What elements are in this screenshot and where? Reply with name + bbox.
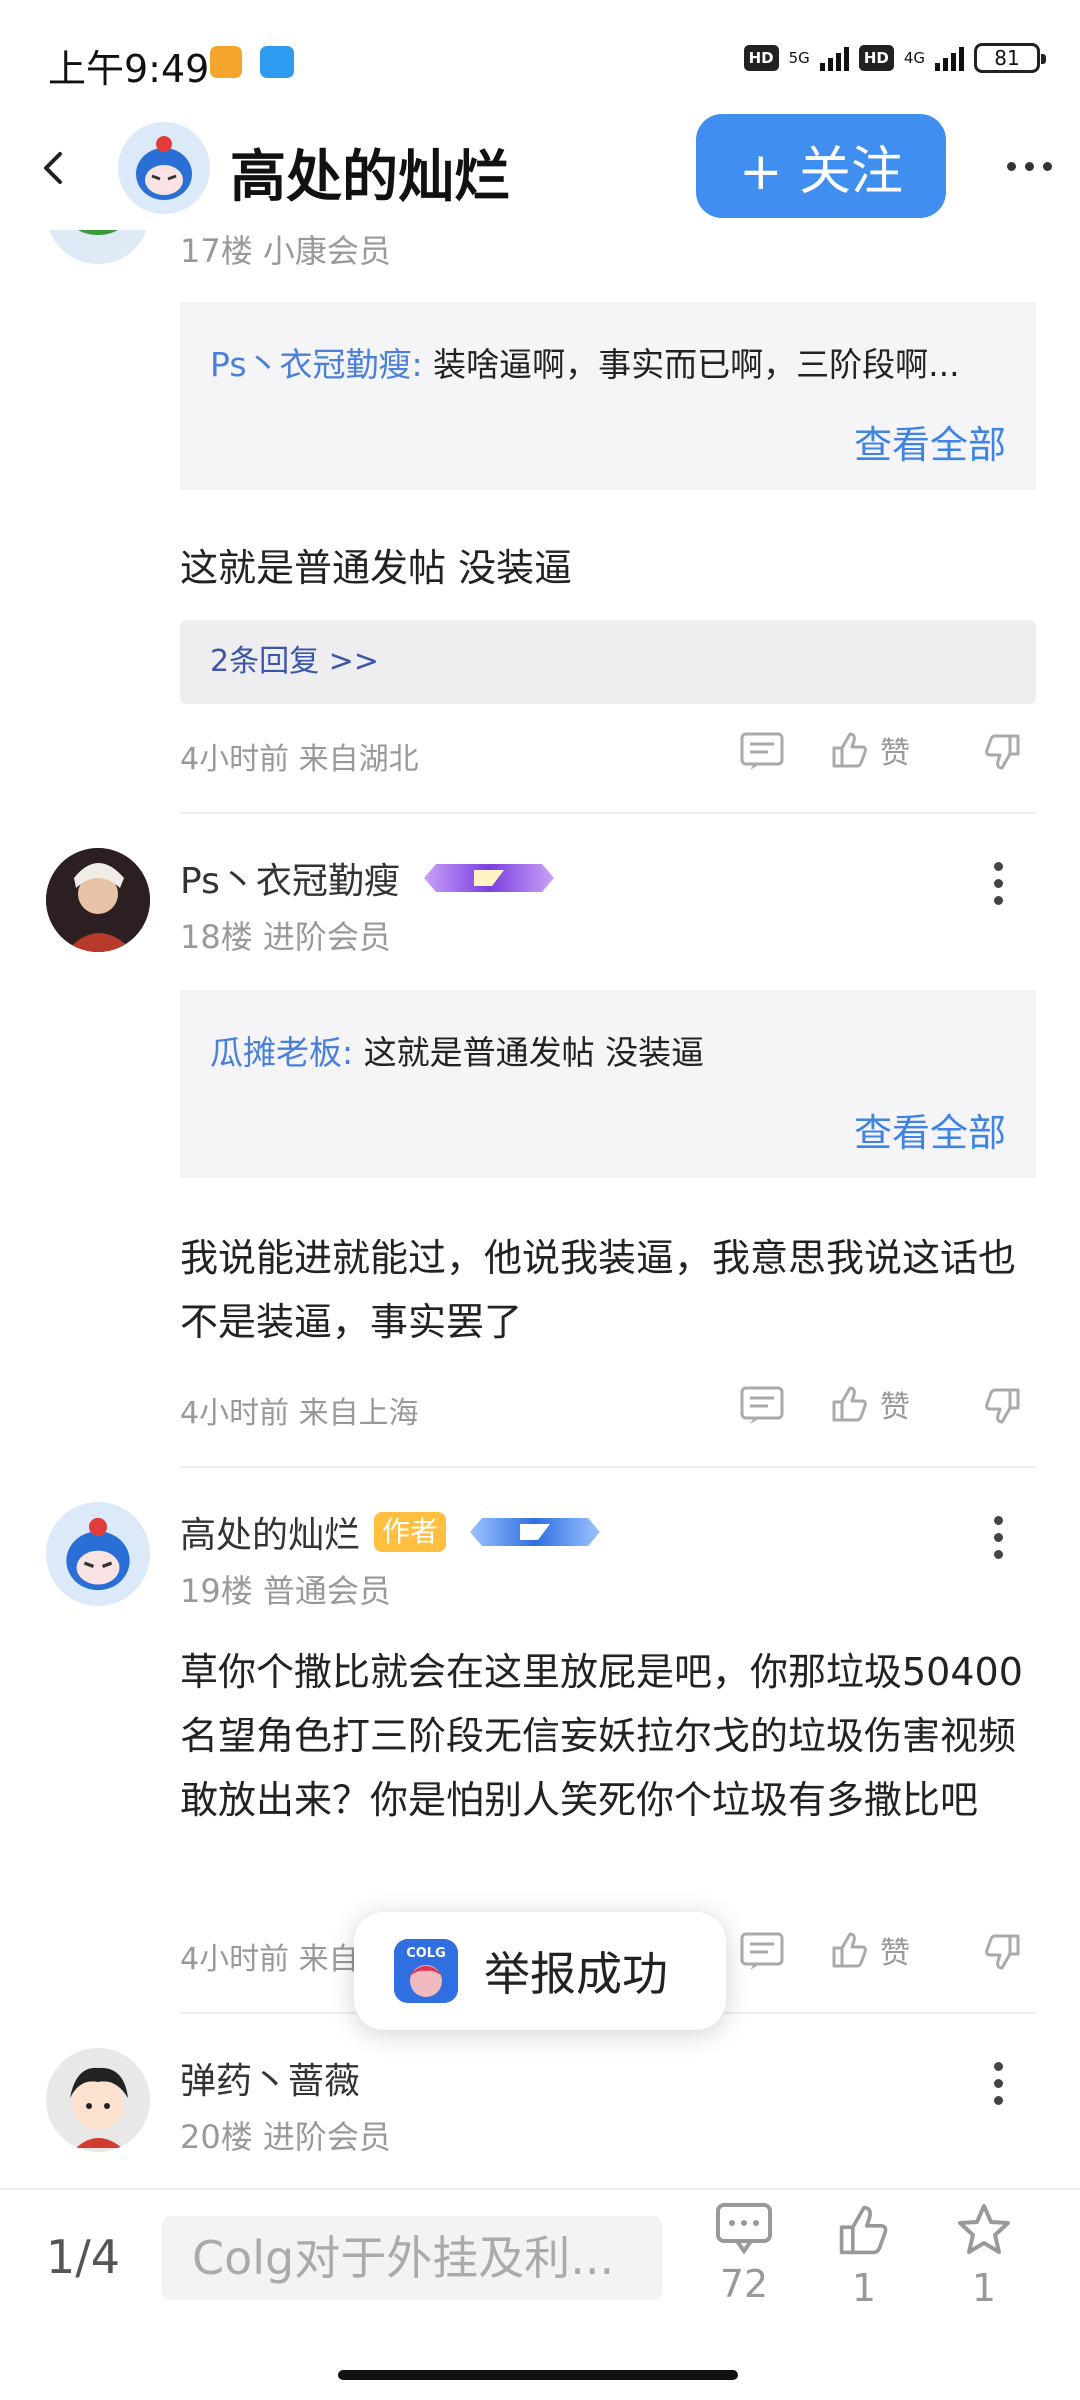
thumbs-up-icon	[832, 1932, 867, 1968]
floor-meta: 18楼 进阶会员	[180, 918, 391, 956]
colg-logo-text: COLG	[406, 1946, 446, 1961]
comment-body: 我说能进就能过，他说我装逼，我意思我说这话也不是装逼，事实罢了	[180, 1236, 1017, 1344]
view-all-link[interactable]: 查看全部	[854, 1102, 1006, 1157]
status-bar: 上午9:49 HD 5G HD 4G 81	[0, 0, 1080, 120]
username[interactable]: 弹药丶蔷薇	[180, 2052, 360, 2104]
thumbs-up-icon	[839, 2205, 888, 2255]
page-title: 高处的灿烂	[230, 145, 510, 210]
thumbs-down-icon[interactable]	[978, 1930, 1022, 1974]
more-vertical-icon[interactable]	[994, 2062, 1003, 2105]
favorite-button[interactable]: 1	[944, 2202, 1024, 2310]
comment-body: 草你个撒比就会在这里放屁是吧，你那垃圾50400名望角色打三阶段无信妄妖拉尔戈的…	[180, 1650, 1023, 1822]
author-avatar[interactable]	[118, 122, 210, 214]
network-5g-label: 5G	[788, 48, 810, 67]
battery-icon: 81	[974, 43, 1046, 73]
mascot-avatar-icon	[118, 122, 210, 214]
comment-icon[interactable]	[740, 732, 784, 772]
mascot-avatar-icon	[46, 1502, 150, 1606]
like-post-button[interactable]: 1	[824, 2202, 904, 2310]
floor-meta: 17楼 小康会员	[180, 232, 391, 270]
comment-icon	[716, 2203, 772, 2254]
more-horizontal-icon[interactable]	[1007, 162, 1052, 171]
signal-icon	[935, 45, 964, 71]
back-icon[interactable]	[36, 150, 72, 186]
more-vertical-icon[interactable]	[994, 1516, 1003, 1559]
floor-meta: 20楼 进阶会员	[180, 2118, 391, 2156]
like-label: 赞	[880, 1936, 910, 1971]
toast-message: 举报成功	[484, 1947, 668, 2001]
notification-app-icon	[210, 46, 242, 78]
comment-icon[interactable]	[740, 1932, 784, 1972]
like-button[interactable]: 赞	[830, 1382, 910, 1426]
username[interactable]: Ps丶衣冠勤瘦	[180, 852, 400, 904]
like-label: 赞	[880, 1390, 910, 1425]
report-success-toast: COLG 举报成功	[354, 1912, 726, 2030]
like-button[interactable]: 赞	[830, 728, 910, 772]
status-time: 上午9:49	[48, 47, 210, 91]
username-row: 弹药丶蔷薇	[180, 2052, 360, 2104]
comment-body: 这就是普通发帖 没装逼	[180, 546, 573, 590]
username[interactable]: 高处的灿烂	[180, 1506, 360, 1558]
comments-button[interactable]: 72	[704, 2202, 784, 2306]
thumbs-down-icon[interactable]	[978, 1384, 1022, 1428]
comment-input[interactable]: Colg对于外挂及利...	[162, 2216, 662, 2300]
colg-app-icon: COLG	[394, 1939, 458, 2003]
quoted-text: 这就是普通发帖 没装逼	[353, 1033, 705, 1072]
comment-time-location: 4小时前 来自	[180, 1942, 359, 1977]
character-avatar-icon	[46, 848, 150, 952]
hd-icon: HD	[743, 45, 779, 71]
username-row: Ps丶衣冠勤瘦	[180, 852, 564, 904]
status-indicators: HD 5G HD 4G 81	[743, 38, 1046, 78]
user-avatar[interactable]	[46, 1502, 150, 1606]
thumbs-down-icon[interactable]	[978, 730, 1022, 774]
top-navigation: 高处的灿烂 + 关注	[0, 110, 1080, 230]
bottom-bar: 1/4 Colg对于外挂及利... 72 1 1	[0, 2188, 1080, 2400]
user-avatar[interactable]	[46, 848, 150, 952]
level-badge-icon	[423, 864, 554, 892]
star-count: 1	[971, 2266, 997, 2310]
divider	[180, 812, 1036, 814]
replies-link[interactable]: 2条回复 >>	[180, 620, 1036, 704]
like-label: 赞	[880, 736, 910, 771]
like-count: 1	[851, 2266, 877, 2310]
comment-icon[interactable]	[740, 1386, 784, 1426]
home-indicator[interactable]	[338, 2370, 738, 2380]
thumbs-up-icon	[832, 732, 867, 768]
quoted-reply: 瓜摊老板: 这就是普通发帖 没装逼 查看全部	[180, 990, 1036, 1178]
comment-count: 72	[719, 2262, 769, 2306]
quoted-reply: Ps丶衣冠勤瘦: 装啥逼啊，事实而已啊，三阶段啊... 查看全部	[180, 302, 1036, 490]
view-all-link[interactable]: 查看全部	[854, 414, 1006, 469]
quoted-username[interactable]: 瓜摊老板:	[210, 1033, 353, 1072]
page-indicator[interactable]: 1/4	[46, 2230, 120, 2284]
author-badge: 作者	[374, 1512, 447, 1552]
follow-button[interactable]: + 关注	[696, 114, 946, 218]
comment-time-location: 4小时前 来自上海	[180, 1396, 419, 1431]
floor-meta: 19楼 普通会员	[180, 1572, 391, 1610]
comment-time-location: 4小时前 来自湖北	[180, 742, 419, 777]
thumbs-up-icon	[832, 1386, 867, 1422]
divider	[180, 1466, 1036, 1468]
star-icon	[958, 2204, 1010, 2254]
cartoon-avatar-icon	[46, 2048, 150, 2152]
level-badge-icon	[470, 1518, 601, 1546]
signal-icon	[819, 45, 849, 71]
comment-actions: 赞	[740, 1382, 1040, 1432]
comment-actions: 赞	[740, 1928, 1040, 1978]
hd-icon: HD	[858, 45, 894, 71]
like-button[interactable]: 赞	[830, 1928, 910, 1972]
quoted-username[interactable]: Ps丶衣冠勤瘦:	[210, 345, 423, 384]
user-avatar[interactable]	[46, 2048, 150, 2152]
more-vertical-icon[interactable]	[994, 862, 1003, 905]
cloud-notification-icon	[260, 46, 294, 78]
username-row: 高处的灿烂 作者	[180, 1506, 610, 1558]
quoted-text: 装啥逼啊，事实而已啊，三阶段啊...	[422, 345, 960, 384]
network-4g-label: 4G	[903, 48, 925, 67]
comment-actions: 赞	[740, 728, 1040, 778]
